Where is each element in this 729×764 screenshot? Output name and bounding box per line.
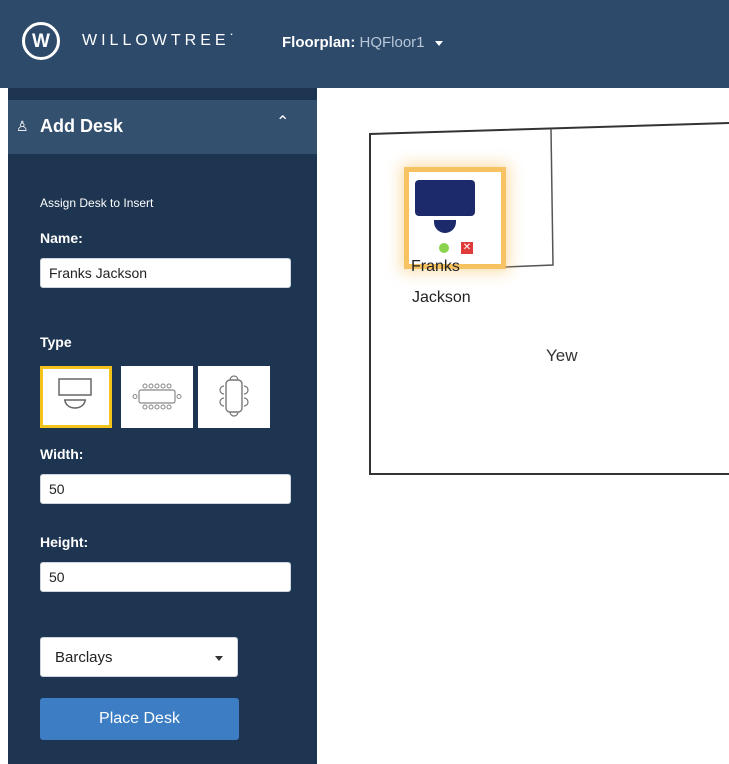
place-desk-button[interactable]: Place Desk <box>40 698 239 740</box>
desk-surface <box>415 180 475 216</box>
company-select-value: Barclays <box>55 649 113 666</box>
delete-icon[interactable]: ✕ <box>461 242 473 254</box>
user-icon: ♙ <box>16 118 29 134</box>
status-dot-icon <box>439 243 449 253</box>
caret-down-icon <box>434 40 443 46</box>
desk-label-last: Jackson <box>412 289 471 306</box>
height-label: Height: <box>40 534 89 550</box>
desk-chair-icon <box>434 220 456 233</box>
floorplan-value: HQFloor1 <box>359 34 425 51</box>
width-label: Width: <box>40 446 84 462</box>
willowtree-logo-icon[interactable]: W <box>22 22 60 60</box>
assign-desk-label: Assign Desk to Insert <box>40 196 154 210</box>
height-input[interactable] <box>40 562 291 592</box>
inner-wall <box>504 128 554 268</box>
name-label: Name: <box>40 230 83 246</box>
round-table-icon <box>219 375 249 417</box>
top-navbar: W WILLOWTREE˙ Floorplan: HQFloor1 <box>0 0 729 88</box>
floorplan-drawing <box>369 122 729 475</box>
floorplan-label: Floorplan: <box>282 34 356 51</box>
logo-letter: W <box>32 31 50 52</box>
floorplan-canvas[interactable]: ✕ Franks Jackson Yew <box>317 88 729 764</box>
brand-name: WILLOWTREE˙ <box>82 32 239 49</box>
type-label: Type <box>40 334 72 350</box>
type-option-desk[interactable] <box>40 366 112 428</box>
type-option-conference[interactable] <box>121 366 193 428</box>
panel-title: Add Desk <box>40 116 124 136</box>
type-option-round-table[interactable] <box>198 366 270 428</box>
company-select[interactable]: Barclays <box>40 637 238 677</box>
add-desk-panel: ♙ Add Desk ⌃ Assign Desk to Insert Name:… <box>8 88 317 764</box>
placed-desk[interactable]: ✕ <box>409 172 501 264</box>
desk-label-first: Franks <box>411 258 460 275</box>
width-input[interactable] <box>40 474 291 504</box>
floorplan-dropdown[interactable]: Floorplan: HQFloor1 <box>282 34 443 51</box>
conference-table-icon <box>132 383 182 410</box>
room-label: Yew <box>546 346 578 365</box>
chevron-up-icon[interactable]: ⌃ <box>276 112 289 132</box>
name-input[interactable] <box>40 258 291 288</box>
panel-header[interactable]: ♙ Add Desk ⌃ <box>8 100 317 154</box>
desk-icon <box>58 378 92 409</box>
caret-down-icon <box>215 656 223 661</box>
